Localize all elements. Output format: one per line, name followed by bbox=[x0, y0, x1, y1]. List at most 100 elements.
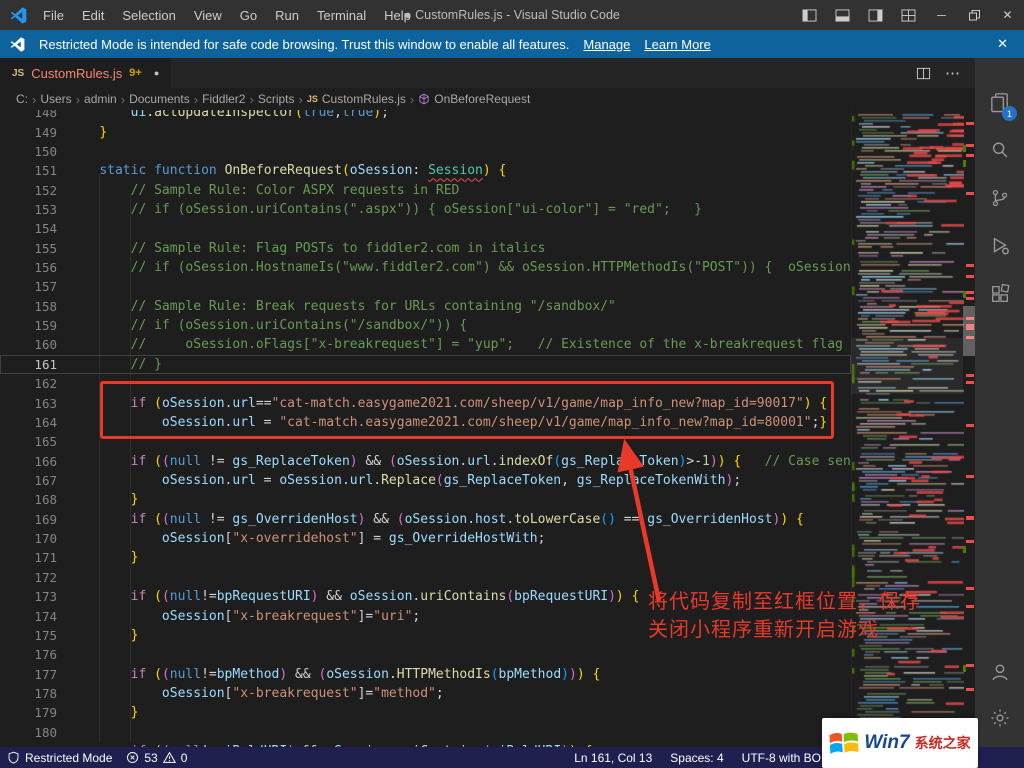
line-number: 174 bbox=[0, 609, 68, 624]
code-line-160[interactable]: 160 // oSession.oFlags["x-breakrequest"]… bbox=[0, 335, 851, 354]
line-number: 180 bbox=[0, 725, 68, 740]
menu-run[interactable]: Run bbox=[266, 0, 308, 30]
error-mark bbox=[966, 517, 974, 520]
dirty-indicator-icon[interactable]: ● bbox=[154, 68, 159, 78]
code-line-150[interactable]: 150 bbox=[0, 142, 851, 161]
code-line-161[interactable]: 161 // } bbox=[0, 355, 851, 374]
code-line-157[interactable]: 157 bbox=[0, 277, 851, 296]
breadcrumb-item[interactable]: admin bbox=[84, 92, 117, 106]
code-line-152[interactable]: 152 // Sample Rule: Color ASPX requests … bbox=[0, 180, 851, 199]
toggle-panel-icon[interactable] bbox=[826, 0, 859, 30]
code-line-154[interactable]: 154 bbox=[0, 219, 851, 238]
code-line-148[interactable]: 148 ui.actUpdateInspector(true,true); bbox=[0, 110, 851, 122]
account-icon[interactable] bbox=[975, 648, 1024, 696]
line-number: 152 bbox=[0, 183, 68, 198]
js-file-icon: JS bbox=[12, 68, 24, 79]
code-line-174[interactable]: 174 oSession["x-breakrequest"]="uri"; bbox=[0, 606, 851, 625]
code-line-180[interactable]: 180 bbox=[0, 723, 851, 742]
search-icon[interactable] bbox=[975, 126, 1024, 174]
menu-view[interactable]: View bbox=[185, 0, 231, 30]
code-line-163[interactable]: 163 if (oSession.url=="cat-match.easygam… bbox=[0, 393, 851, 412]
code-line-171[interactable]: 171 } bbox=[0, 548, 851, 567]
breadcrumb-item[interactable]: OnBeforeRequest bbox=[434, 92, 530, 106]
menu-edit[interactable]: Edit bbox=[73, 0, 113, 30]
toggle-secondary-sidebar-icon[interactable] bbox=[859, 0, 892, 30]
line-number: 157 bbox=[0, 279, 68, 294]
line-number: 166 bbox=[0, 454, 68, 469]
line-number: 165 bbox=[0, 434, 68, 449]
code-line-179[interactable]: 179 } bbox=[0, 703, 851, 722]
tab-customrules[interactable]: JS CustomRules.js 9+ ● bbox=[0, 58, 171, 88]
code-line-162[interactable]: 162 bbox=[0, 374, 851, 393]
error-mark bbox=[966, 264, 974, 267]
code-line-153[interactable]: 153 // if (oSession.uriContains(".aspx")… bbox=[0, 200, 851, 219]
error-mark bbox=[966, 381, 974, 384]
minimize-button[interactable]: ─ bbox=[925, 0, 958, 30]
code-line-159[interactable]: 159 // if (oSession.uriContains("/sandbo… bbox=[0, 316, 851, 335]
source-control-icon[interactable] bbox=[975, 174, 1024, 222]
learn-more-link[interactable]: Learn More bbox=[644, 37, 710, 52]
breadcrumb-item[interactable]: Scripts bbox=[258, 92, 295, 106]
menu-go[interactable]: Go bbox=[231, 0, 266, 30]
error-mark bbox=[966, 688, 974, 691]
code-line-155[interactable]: 155 // Sample Rule: Flag POSTs to fiddle… bbox=[0, 239, 851, 258]
code-line-177[interactable]: 177 if ((null!=bpMethod) && (oSession.HT… bbox=[0, 664, 851, 683]
manage-link[interactable]: Manage bbox=[583, 37, 630, 52]
code-line-169[interactable]: 169 if ((null != gs_OverridenHost) && (o… bbox=[0, 510, 851, 529]
error-mark bbox=[966, 275, 974, 278]
customize-layout-icon[interactable] bbox=[892, 0, 925, 30]
close-button[interactable]: ✕ bbox=[991, 0, 1024, 30]
indentation-item[interactable]: Spaces: 4 bbox=[663, 747, 730, 768]
code-region[interactable]: 148 ui.actUpdateInspector(true,true);149… bbox=[0, 110, 851, 747]
code-line-173[interactable]: 173 if ((null!=bpRequestURI) && oSession… bbox=[0, 587, 851, 606]
code-line-168[interactable]: 168 } bbox=[0, 490, 851, 509]
chevron-right-icon: › bbox=[190, 92, 202, 107]
code-line-167[interactable]: 167 oSession.url = oSession.url.Replace(… bbox=[0, 471, 851, 490]
scrollbar-thumb[interactable] bbox=[963, 306, 975, 356]
code-line-176[interactable]: 176 bbox=[0, 645, 851, 664]
menu-selection[interactable]: Selection bbox=[113, 0, 184, 30]
code-line-170[interactable]: 170 oSession["x-overridehost"] = gs_Over… bbox=[0, 529, 851, 548]
editor[interactable]: 148 ui.actUpdateInspector(true,true);149… bbox=[0, 110, 975, 747]
change-mark bbox=[963, 291, 966, 298]
settings-gear-icon[interactable] bbox=[975, 694, 1024, 742]
breadcrumb-item[interactable]: Documents bbox=[129, 92, 190, 106]
restore-button[interactable] bbox=[958, 0, 991, 30]
code-line-175[interactable]: 175 } bbox=[0, 626, 851, 645]
code-line-156[interactable]: 156 // if (oSession.HostnameIs("www.fidd… bbox=[0, 258, 851, 277]
minimap-slider[interactable] bbox=[851, 338, 963, 394]
code-line-172[interactable]: 172 bbox=[0, 568, 851, 587]
explorer-icon[interactable]: 1 bbox=[975, 78, 1024, 126]
code-line-165[interactable]: 165 bbox=[0, 432, 851, 451]
restricted-mode-item[interactable]: Restricted Mode bbox=[0, 747, 119, 768]
code-line-158[interactable]: 158 // Sample Rule: Break requests for U… bbox=[0, 297, 851, 316]
line-number: 148 bbox=[0, 110, 68, 120]
error-mark bbox=[966, 424, 974, 427]
menu-file[interactable]: File bbox=[34, 0, 73, 30]
code-line-151[interactable]: 151 static function OnBeforeRequest(oSes… bbox=[0, 161, 851, 180]
line-number: 170 bbox=[0, 531, 68, 546]
code-line-164[interactable]: 164 oSession.url = "cat-match.easygame20… bbox=[0, 413, 851, 432]
vscode-logo-icon bbox=[10, 7, 27, 24]
breadcrumb-item[interactable]: Fiddler2 bbox=[202, 92, 245, 106]
breadcrumb-item[interactable]: Users bbox=[40, 92, 71, 106]
minimap[interactable] bbox=[851, 110, 964, 747]
error-mark bbox=[966, 144, 974, 147]
vscode-window: FileEditSelectionViewGoRunTerminalHelp ●… bbox=[0, 0, 1024, 768]
code-line-178[interactable]: 178 oSession["x-breakrequest"]="method"; bbox=[0, 684, 851, 703]
problems-item[interactable]: 53 0 bbox=[119, 747, 194, 768]
change-mark bbox=[963, 546, 966, 553]
cursor-position-item[interactable]: Ln 161, Col 13 bbox=[567, 747, 659, 768]
code-line-149[interactable]: 149 } bbox=[0, 122, 851, 141]
breadcrumb-item[interactable]: CustomRules.js bbox=[322, 92, 406, 106]
toggle-primary-sidebar-icon[interactable] bbox=[793, 0, 826, 30]
run-debug-icon[interactable] bbox=[975, 222, 1024, 270]
code-line-166[interactable]: 166 if ((null != gs_ReplaceToken) && (oS… bbox=[0, 451, 851, 470]
extensions-icon[interactable] bbox=[975, 270, 1024, 318]
menu-terminal[interactable]: Terminal bbox=[308, 0, 375, 30]
breadcrumb-item[interactable]: C: bbox=[16, 92, 28, 106]
line-number: 149 bbox=[0, 125, 68, 140]
split-editor-icon[interactable] bbox=[916, 66, 931, 81]
more-actions-icon[interactable]: ⋯ bbox=[945, 64, 961, 82]
banner-close-icon[interactable]: ✕ bbox=[997, 36, 1008, 52]
